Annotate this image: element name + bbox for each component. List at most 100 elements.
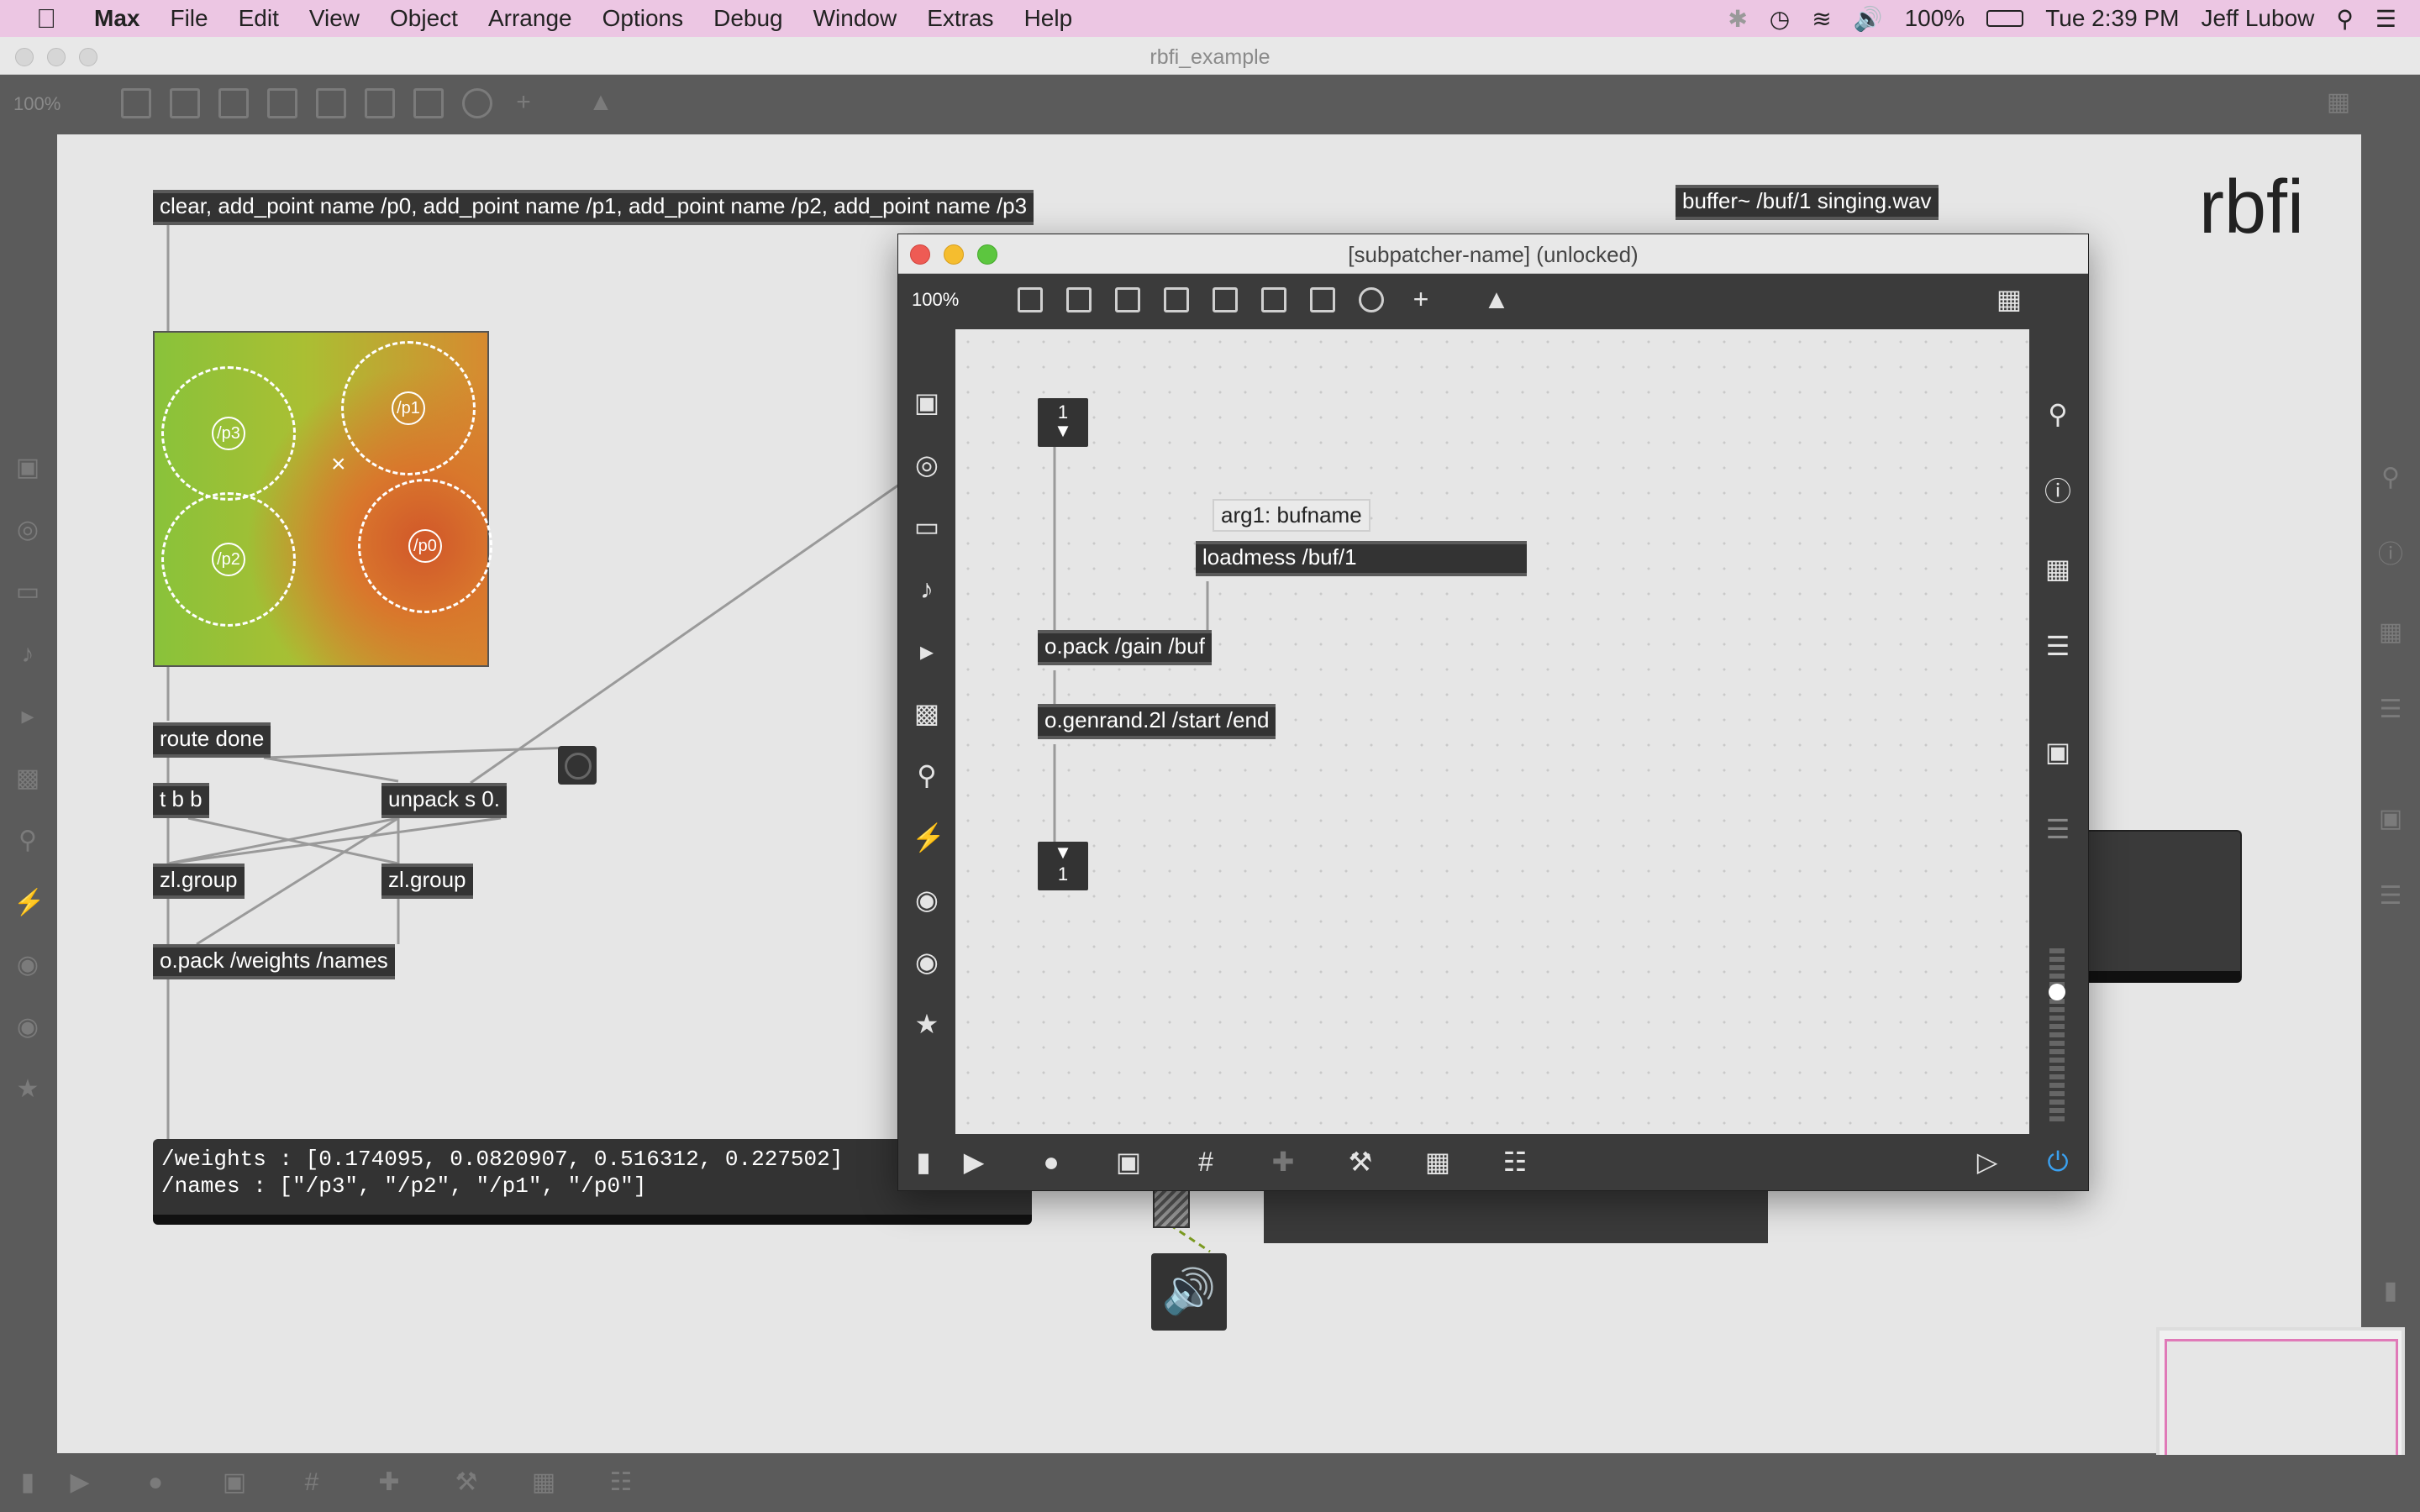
bang-button[interactable] <box>558 746 597 785</box>
paint-bucket-icon[interactable]: ▲ <box>1481 284 1512 314</box>
camera-icon[interactable]: ▣ <box>2043 737 2073 767</box>
number-box-icon[interactable] <box>413 88 444 118</box>
add-connection-icon[interactable]: ✚ <box>1268 1147 1298 1177</box>
paperclip-icon[interactable]: ⚲ <box>13 827 42 855</box>
menu-file[interactable]: File <box>170 5 208 32</box>
comment-icon[interactable] <box>1115 287 1140 312</box>
paint-bucket-icon[interactable]: ▲ <box>587 88 615 117</box>
cursor-cross-icon[interactable]: × <box>331 450 346 479</box>
reference-icon[interactable]: ▦ <box>2376 618 2405 647</box>
dial-icon[interactable] <box>462 88 492 118</box>
menu-help[interactable]: Help <box>1024 5 1073 32</box>
toggle-icon[interactable] <box>1164 287 1189 312</box>
beap-icon[interactable]: ◉ <box>13 1013 42 1042</box>
menu-edit[interactable]: Edit <box>239 5 279 32</box>
music-note-icon[interactable]: ♪ <box>13 640 42 669</box>
favorites-star-icon[interactable]: ★ <box>13 1075 42 1104</box>
dial-icon[interactable] <box>1359 287 1384 312</box>
volume-icon[interactable]: 🔊 <box>1854 5 1883 33</box>
opack-gain-buf-object[interactable]: o.pack /gain /buf <box>1038 630 1212 665</box>
add-connection-icon[interactable]: ✚ <box>375 1468 403 1497</box>
favorites-star-icon[interactable]: ★ <box>912 1009 942 1039</box>
grid-icon[interactable]: # <box>297 1468 326 1497</box>
cube-icon[interactable]: ▣ <box>912 387 942 417</box>
grid-icon[interactable]: # <box>1191 1147 1221 1177</box>
piano-keyboard-icon[interactable]: ▦ <box>529 1468 558 1497</box>
meter-knob[interactable] <box>2049 984 2065 1000</box>
transport-play-icon[interactable]: ▷ <box>1972 1147 2002 1177</box>
mixer-icon[interactable]: ☰ <box>2043 814 2073 844</box>
zlgroup-object[interactable]: zl.group <box>381 864 473 899</box>
display-icon[interactable]: ▭ <box>13 578 42 606</box>
node-circle[interactable]: /p0 <box>358 479 492 613</box>
button-object-icon[interactable] <box>1213 287 1238 312</box>
menu-object[interactable]: Object <box>390 5 458 32</box>
audio-level-meter[interactable] <box>2049 948 2065 1125</box>
camera-icon[interactable]: ▣ <box>2376 805 2405 833</box>
search-icon[interactable]: ⚲ <box>2043 399 2073 429</box>
beap-icon[interactable]: ◉ <box>912 947 942 977</box>
display-icon[interactable]: ▭ <box>912 512 942 542</box>
message-box-icon[interactable] <box>1066 287 1092 312</box>
object-box-icon[interactable] <box>121 88 151 118</box>
nodes-object[interactable]: /p3 /p1 /p2 /p0 × <box>153 331 492 667</box>
menu-view[interactable]: View <box>309 5 360 32</box>
button-object-icon[interactable] <box>316 88 346 118</box>
object-box-icon[interactable] <box>1018 287 1043 312</box>
vizzie-icon[interactable]: ◉ <box>912 885 942 915</box>
comment-bubble-icon[interactable]: ● <box>141 1468 170 1497</box>
target-icon[interactable]: ◎ <box>912 449 942 480</box>
add-object-icon[interactable]: + <box>1406 284 1436 314</box>
wrench-icon[interactable]: ⚒ <box>452 1468 481 1497</box>
grid-view-icon[interactable]: ▦ <box>2324 88 2353 117</box>
message-clear-add-points[interactable]: clear, add_point name /p0, add_point nam… <box>153 190 1034 225</box>
partial-dark-object[interactable] <box>2079 830 2242 983</box>
comment-icon[interactable] <box>218 88 249 118</box>
menu-extras[interactable]: Extras <box>927 5 993 32</box>
loadmess-object[interactable]: loadmess /buf/1 <box>1196 541 1527 576</box>
user-name[interactable]: Jeff Lubow <box>2201 5 2314 32</box>
cube-icon[interactable]: ▣ <box>13 454 42 482</box>
vizzie-icon[interactable]: ◉ <box>13 951 42 979</box>
play-object-icon[interactable] <box>365 88 395 118</box>
menu-options[interactable]: Options <box>602 5 684 32</box>
menu-arrange[interactable]: Arrange <box>488 5 572 32</box>
list-icon[interactable]: ☰ <box>2376 696 2405 724</box>
piano-keyboard-icon[interactable]: ▦ <box>1423 1147 1453 1177</box>
play-object-icon[interactable] <box>1261 287 1286 312</box>
app-menu[interactable]: Max <box>94 5 139 32</box>
add-object-icon[interactable]: + <box>509 88 538 117</box>
toggle-icon[interactable] <box>267 88 297 118</box>
node-circle[interactable]: /p3 <box>161 366 296 501</box>
wifi-icon[interactable]: ≋ <box>1812 5 1831 33</box>
route-done-object[interactable]: route done <box>153 722 271 758</box>
plug-icon[interactable]: ⚡ <box>13 889 45 917</box>
outlet-object[interactable]: ▼ 1 <box>1038 842 1088 890</box>
subpatcher-zoom-dropdown[interactable]: 100% <box>912 289 959 311</box>
opack-weights-object[interactable]: o.pack /weights /names <box>153 944 395 979</box>
info-icon[interactable]: ⓘ <box>2376 541 2405 570</box>
bluetooth-icon[interactable]: ✱ <box>1728 5 1747 33</box>
reference-icon[interactable]: ▦ <box>2043 554 2073 584</box>
paperclip-icon[interactable]: ⚲ <box>912 760 942 790</box>
adc-object[interactable] <box>1153 1188 1190 1228</box>
zlgroup-object[interactable]: zl.group <box>153 864 245 899</box>
image-icon[interactable]: ▩ <box>13 764 42 793</box>
list-icon[interactable]: ☰ <box>2043 631 2073 661</box>
image-icon[interactable]: ▩ <box>912 698 942 728</box>
grid-view-icon[interactable]: ▦ <box>1994 284 2024 314</box>
number-box-icon[interactable] <box>1310 287 1335 312</box>
dsp-power-icon[interactable]: ⏻ <box>2043 1147 2073 1177</box>
partial-dark-object[interactable] <box>1264 1188 1768 1243</box>
lock-icon[interactable]: ▮ <box>908 1147 939 1177</box>
plug-icon[interactable]: ⚡ <box>912 822 945 853</box>
genrand-object[interactable]: o.genrand.2l /start /end <box>1038 704 1276 739</box>
time-machine-icon[interactable]: ◷ <box>1770 5 1790 33</box>
layers-icon[interactable]: ▣ <box>220 1468 249 1497</box>
comment-bubble-icon[interactable]: ● <box>1036 1147 1066 1177</box>
apple-menu-icon[interactable]:  <box>32 3 60 34</box>
computer-keyboard-icon[interactable]: ☷ <box>607 1468 635 1497</box>
notification-center-icon[interactable]: ☰ <box>2375 5 2396 33</box>
sequence-icon[interactable]: ▸ <box>912 636 942 666</box>
inlet-object[interactable]: 1 ▼ <box>1038 398 1088 447</box>
